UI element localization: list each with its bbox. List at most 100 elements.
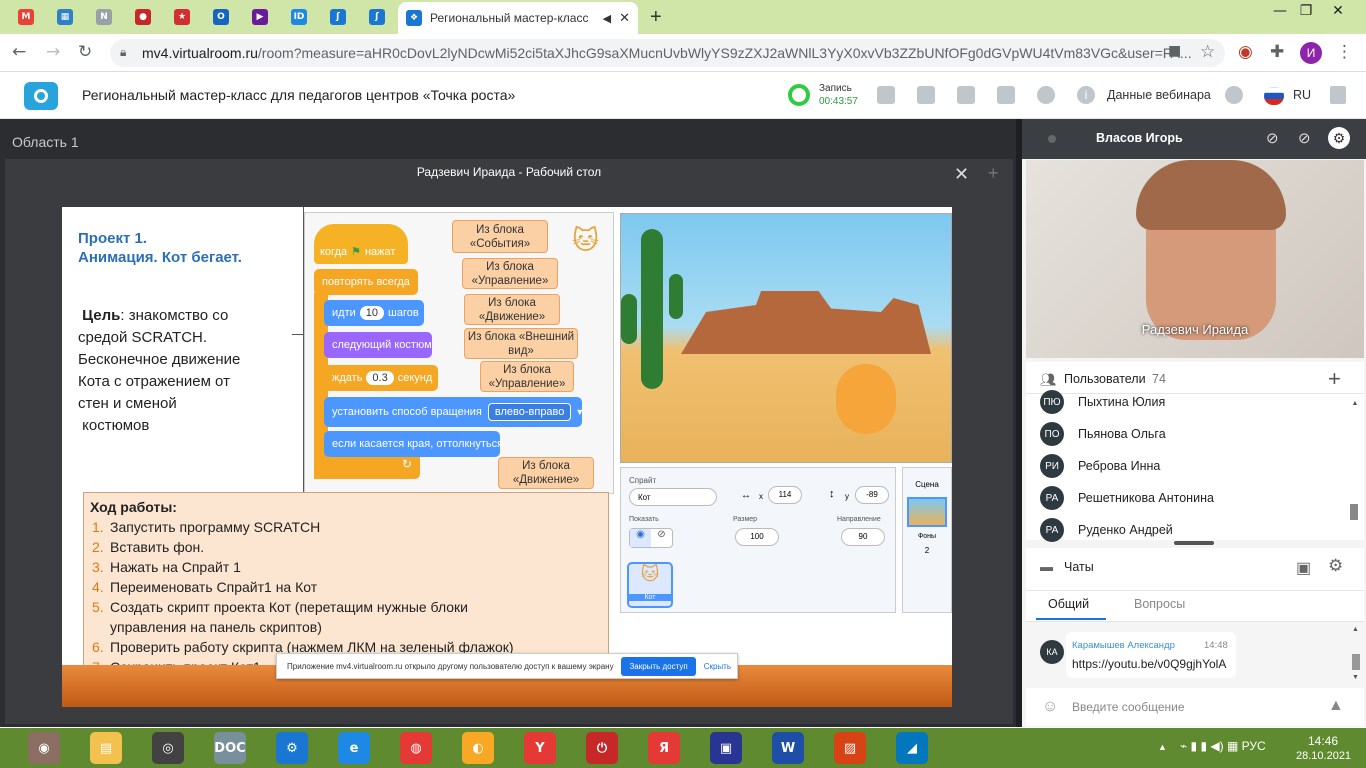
menu-icon[interactable]: ⋮ [1336,42,1353,62]
camera-icon[interactable]: ■ [1168,43,1181,59]
internet-explorer-icon[interactable]: e [338,732,370,764]
resize-handle[interactable] [1174,541,1214,545]
chat-scrollbar[interactable] [1352,654,1360,670]
settings-gear-icon[interactable] [1225,86,1243,104]
chat-input[interactable]: Введите сообщение [1072,700,1185,714]
tray-expand-icon[interactable]: ▲ [1158,742,1167,752]
apps-icon[interactable] [877,86,895,104]
profile-avatar[interactable]: И [1300,42,1322,64]
yandex-icon[interactable]: Я [648,732,680,764]
clock-date[interactable]: 28.10.2021 [1296,750,1351,762]
user-list-item[interactable]: ПЮ Пыхтина Юлия [1040,389,1360,415]
tab-questions[interactable]: Вопросы [1134,597,1185,611]
user-name: Пыхтина Юлия [1078,395,1166,409]
power-app-icon[interactable]: ⏻ [586,732,618,764]
size-label: Размер [733,516,758,523]
file-explorer-icon[interactable]: ▤ [90,732,122,764]
back-icon[interactable]: ← [12,42,26,62]
pinned-tab[interactable]: O [207,4,235,30]
chat-settings-icon[interactable]: ⚙ [1328,556,1343,576]
active-tab[interactable]: ❖ Региональный мастер-класс ◀ ✕ [398,2,638,34]
language-selector[interactable]: RU [1293,88,1311,102]
screen-share-icon[interactable] [917,86,935,104]
media-app-icon: ▶ [252,9,268,25]
forward-icon[interactable]: → [46,42,60,62]
stop-sharing-button[interactable]: Закрыть доступ [621,656,696,676]
close-share-icon[interactable]: ✕ [954,164,969,185]
extension-icon[interactable]: ◉ [1238,42,1253,62]
note-control-1: Из блока «Управление» [462,258,558,289]
user-list-item[interactable]: РА Руденко Андрей [1040,517,1360,543]
pinned-tab[interactable]: ★ [168,4,196,30]
exit-icon[interactable] [1330,86,1346,104]
pinned-tab[interactable]: ● [129,4,157,30]
tray-icons[interactable]: ⌁ ▮ ▮ ◀) ▦ РУС [1180,739,1266,753]
user-list-item[interactable]: РИ Реброва Инна [1040,453,1360,479]
new-tab-button[interactable]: + [650,6,662,29]
cloud-app-icon[interactable]: ◢ [896,732,928,764]
pinned-tab[interactable]: ʃ [324,4,352,30]
close-window-button[interactable]: ✕ [1318,0,1358,22]
lock-icon: 🔒︎ [120,45,127,59]
cat-sprite[interactable] [836,364,896,434]
tab-close-icon[interactable]: ✕ [619,10,630,26]
chat-export-icon[interactable]: ▣ [1296,558,1311,578]
pinned-tab[interactable]: M [12,4,40,30]
user-list-item[interactable]: РА Решетникова Антонина [1040,485,1360,511]
word-icon[interactable]: W [772,732,804,764]
speaker-app-icon[interactable]: ◎ [152,732,184,764]
pinned-tab[interactable]: ▦ [51,4,79,30]
mic-off-icon[interactable]: ⊘ [1266,129,1279,147]
yandex-browser-icon[interactable]: Y [524,732,556,764]
url-field[interactable]: 🔒︎ mv4.virtualroom.ru/room?measure=aHR0c… [110,39,1225,67]
video-settings-icon[interactable]: ⚙ [1328,127,1350,149]
add-area-icon[interactable]: + [988,163,999,184]
x-field[interactable]: 114 [768,486,802,504]
vpn-app-icon[interactable]: ◐ [462,732,494,764]
backdrops-count: 2 [924,546,930,555]
presenter-name: Радзевич Ираида [1141,322,1249,337]
pinned-tab[interactable]: N [90,4,118,30]
pinned-tab[interactable]: ▶ [246,4,274,30]
stage-thumbnail[interactable] [907,497,947,527]
bookmark-star-icon[interactable]: ☆ [1200,42,1215,62]
y-field[interactable]: -89 [855,486,889,504]
hide-button[interactable]: Скрыть [704,662,731,671]
chat-message: Карамышев Александр 14:48 https://youtu.… [1066,632,1236,678]
chrome-icon[interactable]: ◍ [400,732,432,764]
presentation-icon[interactable]: ▨ [834,732,866,764]
sprite-name-field[interactable]: Кот [629,488,717,506]
recording-icon[interactable] [788,84,810,106]
settings-app-icon[interactable]: ⚙ [276,732,308,764]
tab-general[interactable]: Общий [1048,597,1089,611]
webinar-data-link[interactable]: Данные вебинара [1107,88,1211,102]
pinned-tab[interactable]: ʃ [363,4,391,30]
message-author: Карамышев Александр [1072,640,1175,651]
extensions-puzzle-icon[interactable]: ✚ [1270,42,1284,62]
emoji-icon[interactable]: ☺ [1042,698,1058,716]
chart-app-icon: N [96,9,112,25]
sprite-thumbnail[interactable]: 🐱︎ Кот [627,562,673,608]
document-icon[interactable] [957,86,975,104]
size-field[interactable]: 100 [735,528,779,546]
folder-icon[interactable] [997,86,1015,104]
send-icon[interactable]: ▲ [1328,697,1344,715]
chat-scroll-down[interactable]: ▼ [1352,674,1359,681]
user-list-item[interactable]: ПО Пьянова Ольга [1040,421,1360,447]
clock-time[interactable]: 14:46 [1300,734,1346,748]
camera-off-icon[interactable]: ⊘ [1298,129,1311,147]
save-app-icon[interactable]: ▣ [710,732,742,764]
info-icon[interactable]: i [1077,86,1095,104]
visibility-toggle[interactable]: ◉ ⊘ [629,528,673,548]
pinned-tab[interactable]: ID [285,4,313,30]
user-settings-icon[interactable] [1037,86,1055,104]
users-scrollbar[interactable]: ▲ [1350,400,1360,540]
tab-audio-icon[interactable]: ◀ [603,12,611,25]
direction-field[interactable]: 90 [841,528,885,546]
reload-icon[interactable]: ↻ [78,42,92,62]
chat-scroll-up[interactable]: ▲ [1352,626,1359,633]
message-text[interactable]: https://youtu.be/v0Q9gjhYolA [1072,657,1226,671]
presenter-video[interactable]: Радзевич Ираида [1026,160,1364,358]
document-app-icon[interactable]: DOC [214,732,246,764]
taskbar-app-1[interactable]: ◉ [28,732,60,764]
